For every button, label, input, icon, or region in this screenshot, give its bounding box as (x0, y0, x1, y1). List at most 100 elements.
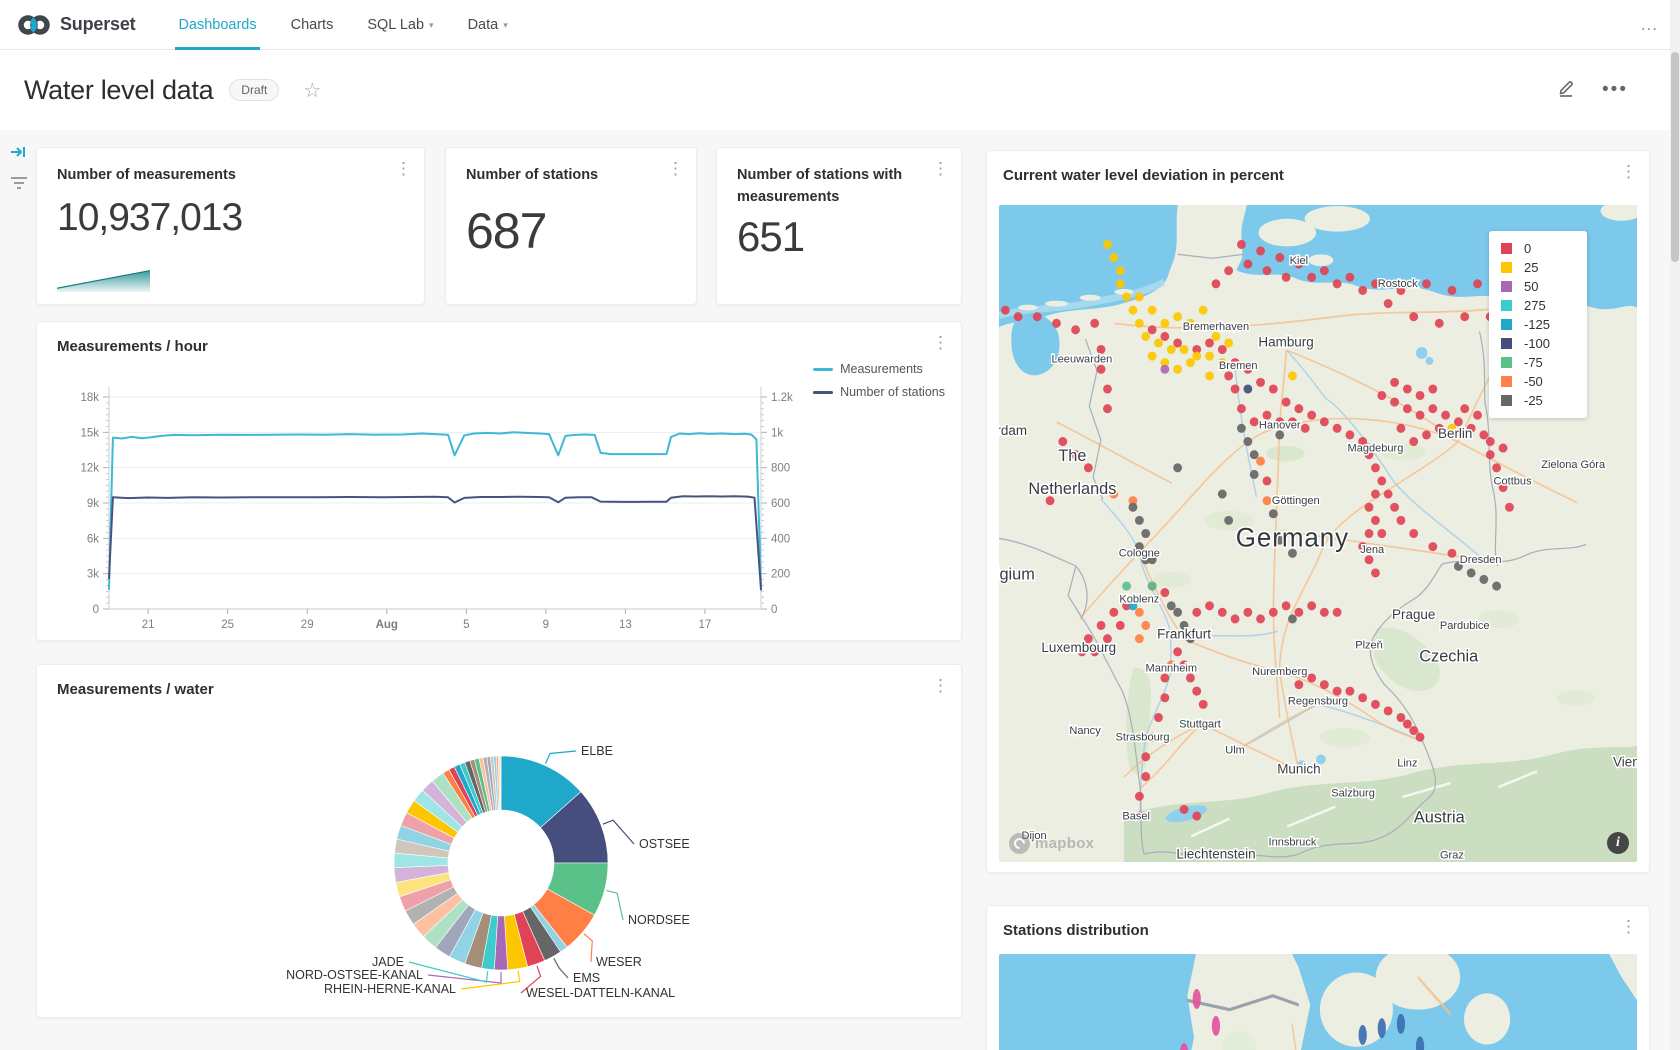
legend-item-measurements[interactable]: Measurements (813, 362, 945, 376)
station-dot (1218, 490, 1227, 499)
map-info-icon[interactable]: i (1607, 832, 1629, 854)
station-dot (1397, 516, 1406, 525)
kebab-menu-icon[interactable]: ⋮ (932, 162, 949, 176)
station-dot (1116, 621, 1125, 630)
station-dot (1288, 371, 1297, 380)
station-dot (1269, 384, 1278, 393)
nav-item-data[interactable]: Data▾ (451, 0, 525, 49)
station-dot (1492, 582, 1501, 591)
station-dot (1141, 621, 1150, 630)
svg-text:18k: 18k (80, 392, 99, 404)
map-city-label: Hanover (1259, 419, 1301, 431)
station-dot (1416, 733, 1425, 742)
nav-item-sql-lab[interactable]: SQL Lab▾ (350, 0, 450, 49)
station-dot (1129, 503, 1138, 512)
legend-swatch (1501, 319, 1512, 330)
map-city-label: Belgium (999, 564, 1035, 583)
station-dot (1237, 404, 1246, 413)
station-dot (1365, 529, 1374, 538)
donut-chart[interactable]: ELBEOSTSEENORDSEEWESEREMSWESEL-DATTELN-K… (37, 665, 963, 1019)
station-dot (1307, 273, 1316, 282)
map-city-label: Bremen (1219, 360, 1258, 372)
dashboard-canvas: Number of measurements ⋮ 10,937,013 Numb… (0, 130, 1680, 1050)
expand-filters-icon[interactable] (10, 144, 28, 160)
station-dot (1192, 352, 1201, 361)
page-scrollbar[interactable] (1670, 0, 1680, 1050)
kebab-menu-icon[interactable]: ⋮ (1620, 920, 1637, 934)
nav-overflow-button[interactable]: ... (1641, 0, 1658, 49)
station-dot (1294, 404, 1303, 413)
station-dot (1320, 608, 1329, 617)
station-dot (1384, 490, 1393, 499)
station-dot (1237, 240, 1246, 249)
edit-pencil-icon[interactable] (1557, 78, 1576, 102)
station-dot (1135, 319, 1144, 328)
legend-item-number-of-stations[interactable]: Number of stations (813, 385, 945, 399)
kpi-value: 651 (737, 213, 941, 261)
map-city-label: Liechtenstein (1176, 847, 1255, 862)
station-dot (1186, 358, 1195, 367)
station-dot (1390, 398, 1399, 407)
station-dot (1224, 371, 1233, 380)
station-dot (1416, 411, 1425, 420)
donut-slice[interactable] (500, 756, 501, 810)
station-dot (1256, 246, 1265, 255)
scrollbar-thumb[interactable] (1671, 52, 1679, 262)
station-dot (1135, 608, 1144, 617)
station-dot (1058, 437, 1067, 446)
station-dot (1473, 279, 1482, 288)
donut-slice-label: OSTSEE (639, 837, 690, 851)
dashboard-header: Water level data Draft ☆ ••• (0, 50, 1680, 130)
legend-label: 50 (1524, 279, 1538, 294)
station-dot (1135, 634, 1144, 643)
station-dot (1186, 673, 1195, 682)
map-city-label: Berlin (1438, 426, 1472, 441)
kebab-menu-icon[interactable]: ⋮ (395, 162, 412, 176)
legend-swatch (1501, 300, 1512, 311)
card-title: Stations distribution (1003, 922, 1649, 939)
station-dot (1141, 529, 1150, 538)
legend-label: -100 (1524, 336, 1550, 351)
map-legend: 02550275-125-100-75-50-25 (1489, 231, 1587, 418)
station-dot (1256, 378, 1265, 387)
station-dot (1160, 588, 1169, 597)
dashboard-more-icon[interactable]: ••• (1602, 79, 1628, 101)
station-dot (1231, 384, 1240, 393)
station-dot (1409, 726, 1418, 735)
kebab-menu-icon[interactable]: ⋮ (1620, 165, 1637, 179)
station-dot (1160, 319, 1169, 328)
filter-icon[interactable] (10, 176, 28, 190)
nav-item-charts[interactable]: Charts (274, 0, 351, 49)
svg-text:21: 21 (142, 619, 155, 631)
donut-slice-label: EMS (573, 971, 600, 985)
station-dot (1243, 260, 1252, 269)
nav-item-dashboards[interactable]: Dashboards (161, 0, 273, 49)
map-legend-item: 0 (1501, 241, 1575, 256)
station-dot (1199, 700, 1208, 709)
station-dot (1333, 608, 1342, 617)
svg-text:3k: 3k (87, 569, 99, 581)
map-city-label: Mannheim (1146, 662, 1198, 674)
svg-text:17: 17 (699, 619, 712, 631)
station-dot (1173, 312, 1182, 321)
baltic-map[interactable]: KielRostock (999, 954, 1637, 1050)
kebab-menu-icon[interactable]: ⋮ (667, 162, 684, 176)
station-dot (1256, 457, 1265, 466)
station-dot (1160, 365, 1169, 374)
station-dot (1212, 1016, 1220, 1036)
map-city-label: Pardubice (1440, 620, 1490, 632)
map-viewport[interactable]: KielRostock (999, 954, 1637, 1050)
map-legend-item: -100 (1501, 336, 1575, 351)
superset-logo[interactable]: Superset (0, 0, 161, 49)
map-viewport[interactable]: LeeuwardenAmsterdamTheNetherlandsBremerh… (999, 205, 1637, 862)
station-dot (1263, 496, 1272, 505)
station-dot (1014, 312, 1023, 321)
station-dot (1160, 693, 1169, 702)
map-city-label: Hamburg (1258, 334, 1313, 349)
favorite-star-icon[interactable]: ☆ (303, 78, 321, 103)
map-city-label: Austria (1414, 807, 1466, 826)
station-dot (1282, 398, 1291, 407)
station-dot (1397, 1014, 1405, 1034)
kpi-card-stations-with-measurements: Number of stations with measurements ⋮ 6… (716, 147, 962, 305)
svg-text:0: 0 (93, 604, 99, 616)
